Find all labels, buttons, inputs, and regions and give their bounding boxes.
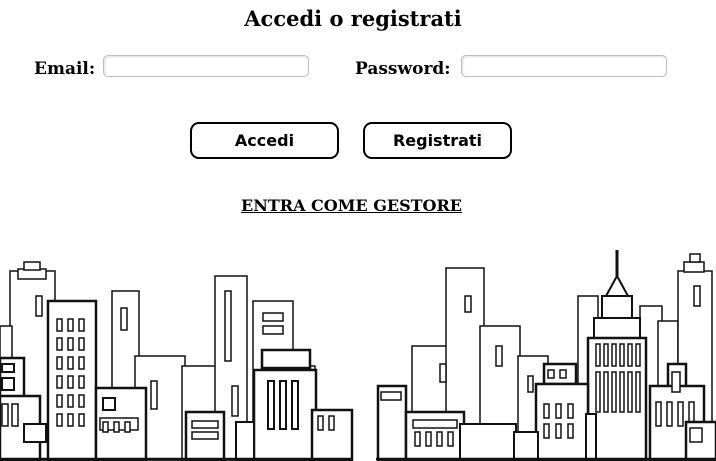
left-city-block — [0, 261, 354, 461]
manager-login-link[interactable]: ENTRA COME GESTORE — [0, 196, 703, 215]
right-city-block — [376, 250, 716, 461]
register-button[interactable]: Registrati — [363, 122, 512, 159]
password-input[interactable] — [461, 55, 667, 77]
email-label: Email: — [34, 59, 96, 79]
city-skyline-illustration — [0, 250, 716, 461]
email-input[interactable] — [103, 55, 309, 77]
password-label: Password: — [355, 59, 451, 79]
page-title: Accedi o registrati — [244, 6, 462, 31]
login-button[interactable]: Accedi — [190, 122, 339, 159]
